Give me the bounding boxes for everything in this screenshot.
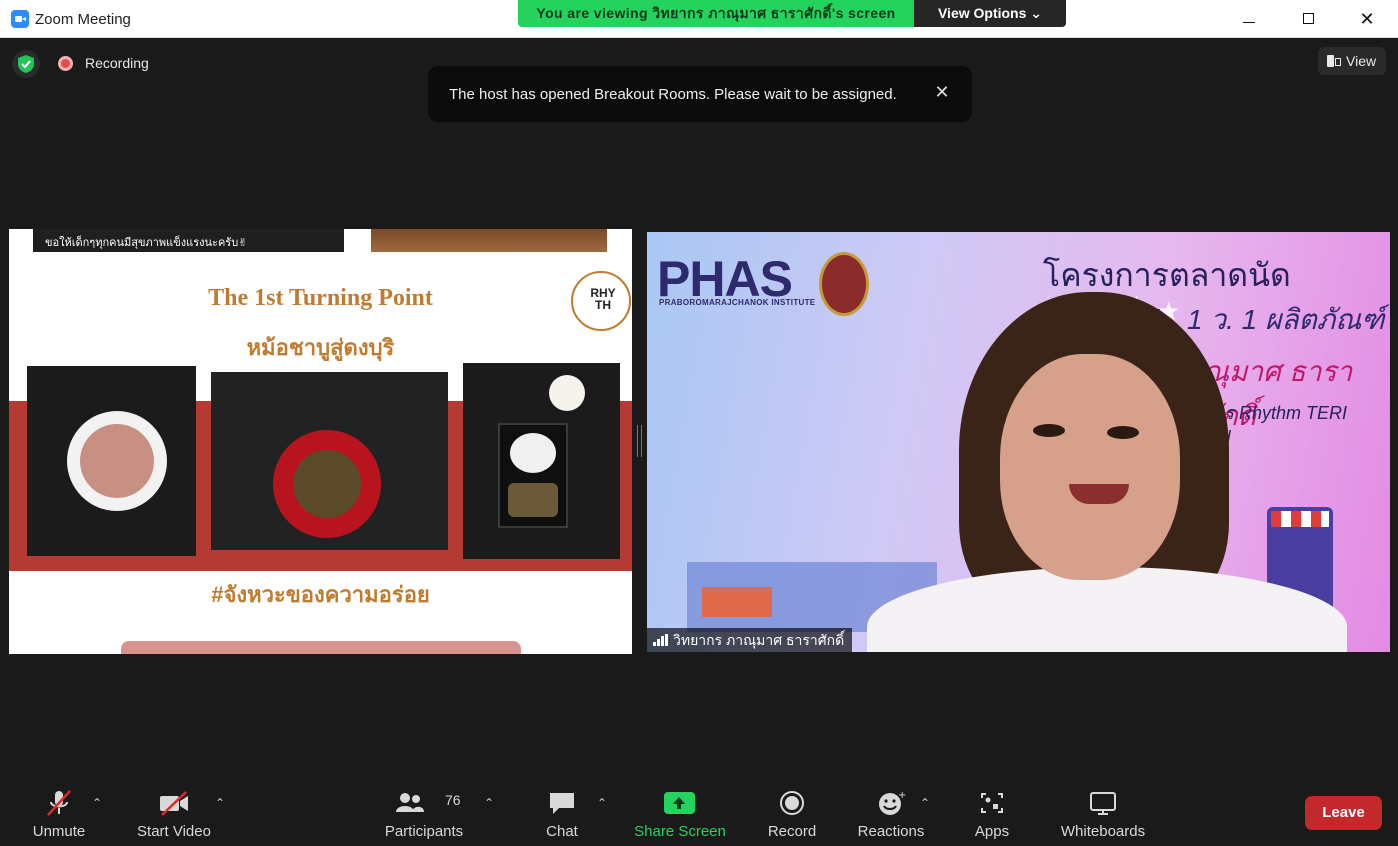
slide-subtitle: หม้อชาบูสู่ดงบุริ (246, 335, 395, 360)
background-illustration-books (702, 587, 772, 617)
slide-top-strip: ขอให้เด็กๆทุกคนมีสุขภาพแข็งแรงนะครับ✌ (9, 229, 632, 252)
view-layout-button[interactable]: View (1318, 47, 1386, 75)
viewing-screen-banner: You are viewing วิทยากร ภาณุมาศ ธาราศักด… (518, 0, 1066, 27)
breakout-rooms-notification: The host has opened Breakout Rooms. Plea… (428, 66, 972, 122)
record-label: Record (767, 823, 817, 840)
whiteboards-label: Whiteboards (1060, 823, 1146, 840)
muted-microphone-icon (47, 790, 71, 816)
notification-text: The host has opened Breakout Rooms. Plea… (449, 86, 897, 103)
record-icon (780, 791, 804, 815)
photo-shabu-bowl (27, 366, 196, 556)
smiley-reaction-icon: + (879, 790, 906, 815)
connection-signal-icon (653, 634, 669, 646)
apps-icon (981, 793, 1003, 813)
maximize-button[interactable] (1296, 8, 1320, 30)
chat-button[interactable]: Chat (528, 776, 596, 846)
speaker-eye (1107, 426, 1139, 439)
video-options-chevron-icon[interactable]: ⌃ (215, 796, 225, 810)
meeting-controls-toolbar: Unmute ⌃ Start Video ⌃ Participants 76 ⌃… (0, 776, 1398, 846)
security-shield-icon[interactable] (12, 50, 40, 78)
viewing-screen-text: You are viewing วิทยากร ภาณุมาศ ธาราศักด… (536, 5, 896, 21)
start-video-label: Start Video (137, 823, 211, 840)
beef-shape (508, 483, 558, 517)
reactions-button[interactable]: + Reactions (854, 776, 928, 846)
maximize-icon (1302, 13, 1314, 24)
whiteboard-icon (1090, 792, 1116, 815)
participants-icon (396, 793, 424, 812)
reactions-label: Reactions (857, 823, 925, 840)
chat-label: Chat (546, 823, 578, 840)
strip-wood-image (371, 229, 607, 252)
participants-count-badge: 76 (445, 792, 461, 808)
participants-label: Participants (384, 823, 464, 840)
split-view-drag-handle[interactable] (637, 425, 642, 457)
view-layout-label: View (1346, 53, 1377, 69)
close-window-button[interactable]: ✕ (1355, 8, 1379, 30)
rhythm-logo-text: RHY TH (590, 286, 616, 312)
speaker-video[interactable]: PHAS PRABOROMARAJCHANOK INSTITUTE โครงกา… (647, 232, 1390, 652)
bowl-content (80, 424, 154, 498)
slide-hashtag: #จังหวะของความอร่อย (211, 582, 430, 607)
video-off-icon (160, 791, 188, 816)
photo-bento-box (463, 363, 620, 559)
apps-button[interactable]: Apps (962, 776, 1022, 846)
bowl-content (293, 450, 361, 518)
recording-label: Recording (85, 55, 149, 71)
record-button[interactable]: Record (758, 776, 826, 846)
slide-cutoff-text (121, 641, 521, 654)
slide-title: The 1st Turning Point (208, 285, 433, 311)
zoom-app-icon (11, 10, 29, 28)
rhythm-logo: RHY TH (571, 271, 631, 331)
participants-button[interactable]: Participants (380, 776, 468, 846)
rice-shape (510, 433, 556, 473)
recording-indicator-icon (58, 56, 73, 71)
minimize-icon (1243, 21, 1255, 23)
notification-close-button[interactable]: ✕ (932, 82, 952, 102)
leave-meeting-button[interactable]: Leave (1305, 796, 1382, 830)
background-line-2: 1 ว. 1 ผลิตภัณฑ์ (1187, 304, 1385, 335)
chat-bubble-icon (550, 793, 574, 814)
bento-box-shape (498, 423, 568, 528)
egg-shape (549, 375, 585, 411)
bowl-shape (273, 430, 381, 538)
view-options-button[interactable]: View Options ⌄ (914, 0, 1066, 27)
whiteboards-button[interactable]: Whiteboards (1056, 776, 1150, 846)
unmute-button[interactable]: Unmute (20, 776, 98, 846)
view-layout-icon (1327, 55, 1341, 67)
institute-seal-icon (819, 252, 869, 316)
strip-caption: ขอให้เด็กๆทุกคนมีสุขภาพแข็งแรงนะครับ✌ (45, 237, 248, 249)
speaker-face (1000, 354, 1180, 580)
reactions-options-chevron-icon[interactable]: ⌃ (920, 796, 930, 810)
audio-options-chevron-icon[interactable]: ⌃ (92, 796, 102, 810)
speaker-name-tag: วิทยากร ภาณุมาศ ธาราศักดิ์ (647, 628, 853, 652)
phas-logo-subtitle: PRABOROMARAJCHANOK INSTITUTE (659, 298, 816, 307)
share-screen-label: Share Screen (634, 823, 726, 840)
svg-text:+: + (898, 790, 906, 801)
speaker-eye (1033, 424, 1065, 437)
minimize-button[interactable] (1237, 8, 1261, 30)
window-title: Zoom Meeting (35, 11, 131, 28)
chat-options-chevron-icon[interactable]: ⌃ (597, 796, 607, 810)
shared-screen-view[interactable]: ขอให้เด็กๆทุกคนมีสุขภาพแข็งแรงนะครับ✌ Th… (9, 229, 632, 654)
participants-options-chevron-icon[interactable]: ⌃ (484, 796, 494, 810)
unmute-label: Unmute (32, 823, 86, 840)
apps-label: Apps (974, 823, 1010, 840)
photo-donburi (211, 372, 448, 550)
share-screen-icon (664, 792, 695, 814)
bowl-shape (67, 411, 167, 511)
speaker-name: วิทยากร ภาณุมาศ ธาราศักดิ์ (673, 632, 845, 648)
start-video-button[interactable]: Start Video (128, 776, 220, 846)
